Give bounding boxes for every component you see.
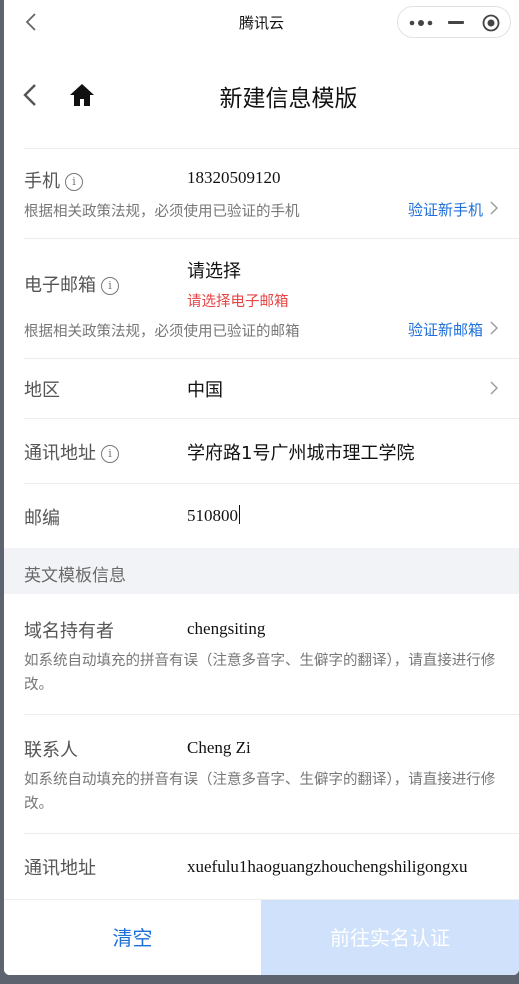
chevron-right-icon[interactable] — [489, 381, 499, 395]
address-input[interactable]: 学府路1号广州城市理工学院 — [187, 439, 414, 465]
holder-input[interactable]: chengsiting — [187, 619, 265, 639]
info-circle-icon[interactable]: i — [101, 277, 119, 295]
postcode-value: 510800 — [187, 506, 238, 525]
divider — [24, 238, 519, 239]
more-dots-icon[interactable] — [408, 15, 434, 31]
close-circle-icon[interactable] — [482, 14, 500, 32]
divider — [24, 714, 519, 715]
verify-phone-link[interactable]: 验证新手机 — [408, 199, 483, 220]
postcode-input[interactable]: 510800 — [187, 505, 240, 526]
en-address-input[interactable]: xuefulu1haoguangzhouchengshiligongxu — [187, 857, 499, 877]
region-select[interactable]: 中国 — [187, 376, 223, 402]
contact-label: 联系人 — [24, 740, 78, 761]
en-address-label: 通讯地址 — [24, 858, 96, 879]
divider — [24, 358, 519, 359]
proceed-verification-button[interactable]: 前往实名认证 — [261, 900, 519, 975]
email-label-text: 电子邮箱 — [24, 275, 96, 296]
divider — [24, 418, 519, 419]
text-cursor — [239, 505, 240, 524]
chevron-right-icon[interactable] — [489, 201, 499, 215]
bottom-bar: 清空 前往实名认证 — [4, 899, 519, 975]
contact-hint: 如系统自动填充的拼音有误（注意多音字、生僻字的翻译），请直接进行修改。 — [24, 772, 496, 812]
capsule-menu — [397, 6, 511, 38]
section-title: 英文模板信息 — [24, 566, 126, 586]
contact-input[interactable]: Cheng Zi — [187, 738, 251, 758]
chevron-right-icon[interactable] — [489, 321, 499, 335]
phone-label: 手机 i — [24, 167, 83, 193]
phone-value[interactable]: 18320509120 — [187, 168, 281, 188]
minimize-icon[interactable] — [448, 21, 464, 24]
divider — [24, 483, 519, 484]
phone-screen: 腾讯云 新建信息模版 手机 i 18320509120 根据相关政策法规，必须使用… — [4, 0, 519, 975]
info-circle-icon[interactable]: i — [65, 173, 83, 191]
page-title: 新建信息模版 — [219, 86, 358, 112]
verify-email-link[interactable]: 验证新邮箱 — [408, 319, 483, 340]
phone-hint: 根据相关政策法规，必须使用已验证的手机 — [24, 204, 300, 220]
info-circle-icon[interactable]: i — [101, 445, 119, 463]
miniprogram-topbar: 腾讯云 — [4, 0, 519, 44]
holder-label: 域名持有者 — [24, 621, 114, 642]
clear-button[interactable]: 清空 — [4, 900, 261, 975]
postcode-label: 邮编 — [24, 508, 60, 529]
phone-label-text: 手机 — [24, 171, 60, 192]
email-hint: 根据相关政策法规，必须使用已验证的邮箱 — [24, 324, 300, 340]
region-label: 地区 — [24, 380, 60, 401]
divider — [24, 833, 519, 834]
address-label: 通讯地址 i — [24, 439, 119, 465]
address-label-text: 通讯地址 — [24, 443, 96, 464]
email-error: 请选择电子邮箱 — [187, 294, 289, 310]
divider — [24, 148, 519, 149]
email-select[interactable]: 请选择 — [187, 257, 241, 283]
holder-hint: 如系统自动填充的拼音有误（注意多音字、生僻字的翻译），请直接进行修改。 — [24, 653, 496, 693]
page-header: 新建信息模版 — [4, 44, 519, 148]
email-label: 电子邮箱 i — [24, 271, 119, 297]
